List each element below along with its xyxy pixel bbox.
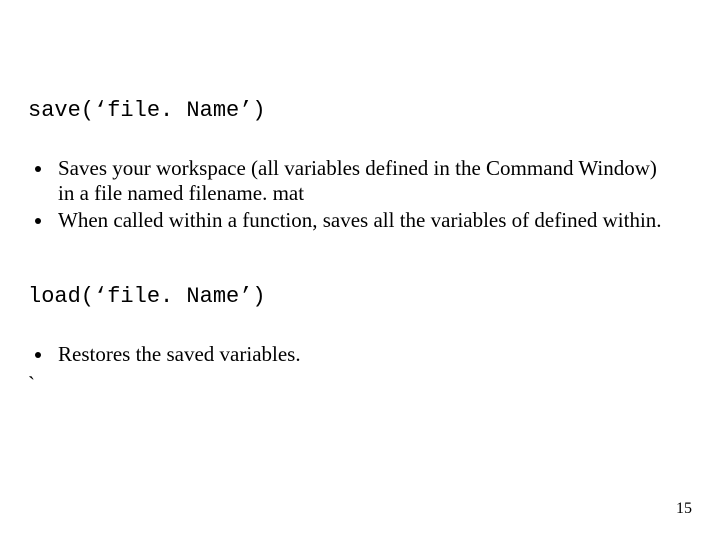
bullet-item: Saves your workspace (all variables defi… bbox=[54, 156, 674, 206]
bullet-item: When called within a function, saves all… bbox=[54, 208, 674, 233]
code-load: load(‘file. Name’) bbox=[28, 284, 266, 309]
slide: save(‘file. Name’) Saves your workspace … bbox=[0, 0, 720, 540]
page-number: 15 bbox=[676, 500, 692, 518]
bullet-item: Restores the saved variables. bbox=[54, 342, 674, 367]
bullet-list-save: Saves your workspace (all variables defi… bbox=[34, 156, 674, 234]
code-save: save(‘file. Name’) bbox=[28, 98, 266, 123]
stray-backtick: ` bbox=[28, 372, 35, 397]
bullet-list-load: Restores the saved variables. bbox=[34, 342, 674, 369]
